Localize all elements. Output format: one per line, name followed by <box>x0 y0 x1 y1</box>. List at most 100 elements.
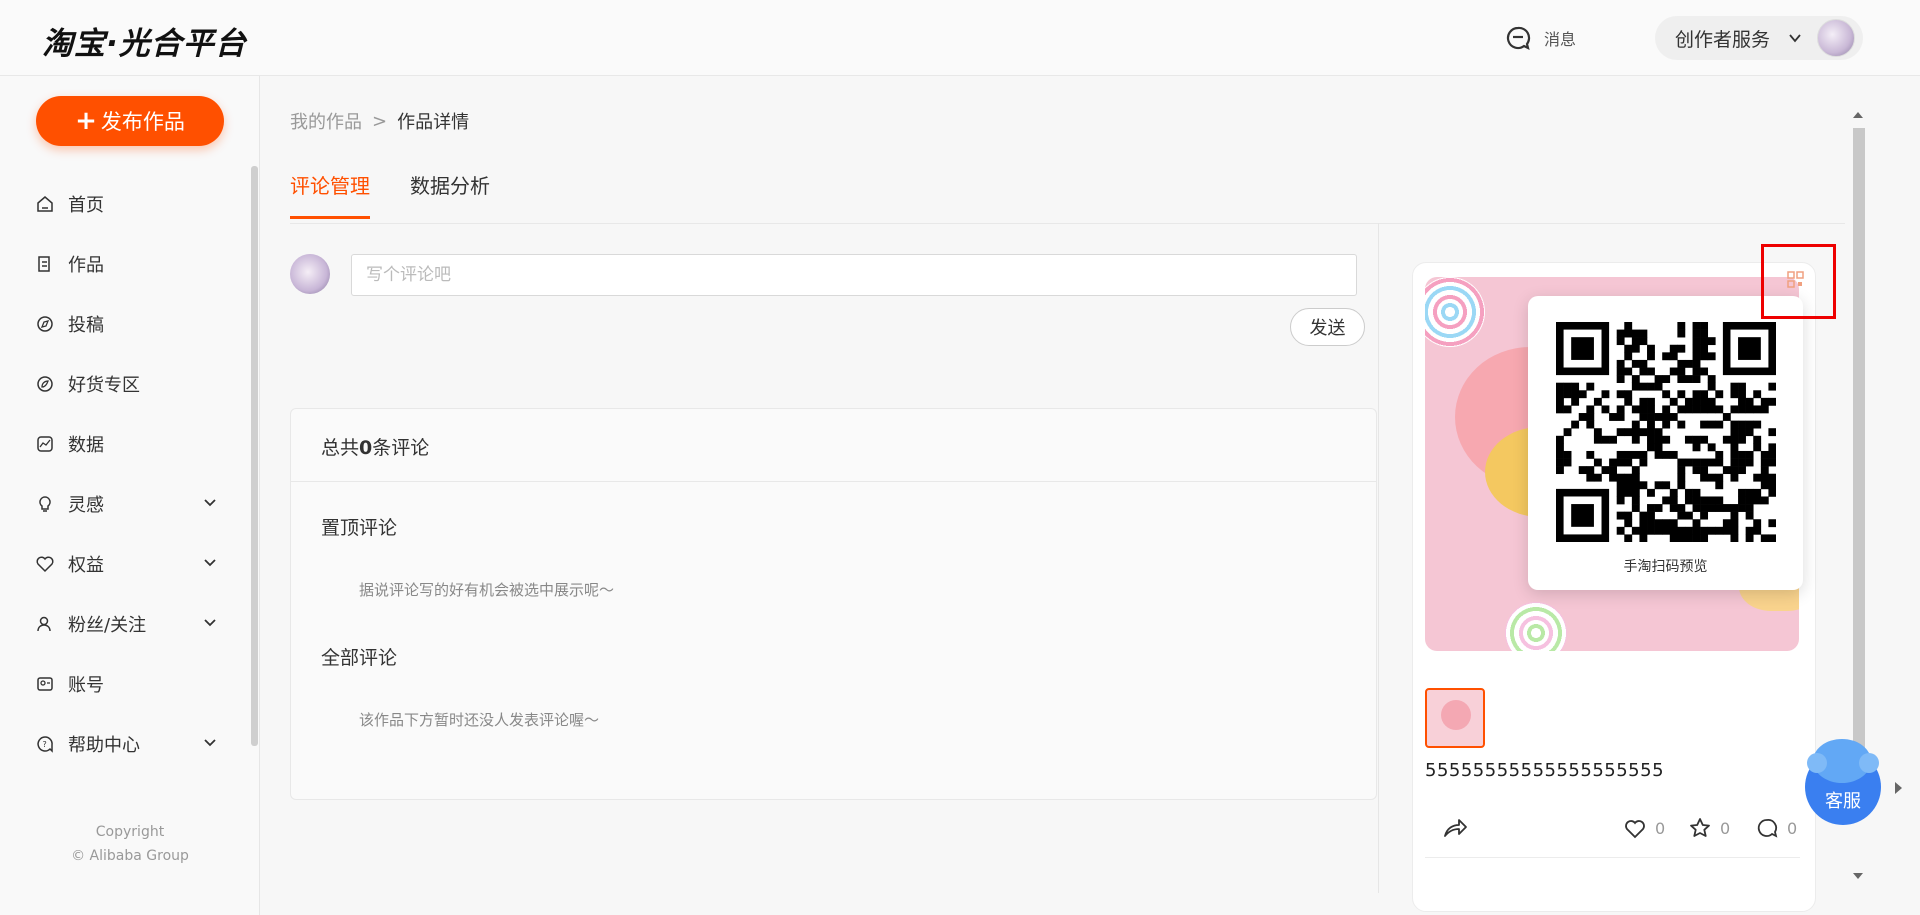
sidebar-item-label: 好货专区 <box>68 375 140 396</box>
sidebar-item-works[interactable]: 作品 <box>0 234 245 294</box>
send-comment-button[interactable]: 发送 <box>1290 308 1365 346</box>
user-avatar[interactable] <box>1817 19 1855 57</box>
lightbulb-icon <box>39 496 51 512</box>
tab-data-analysis[interactable]: 数据分析 <box>410 170 490 219</box>
compass-icon <box>37 316 53 332</box>
comments-panel: 总共0条评论 置顶评论 据说评论写的好有机会被选中展示呢～ 全部评论 该作品下方… <box>290 408 1377 800</box>
publish-label: 发布作品 <box>100 110 185 134</box>
message-icon <box>1506 26 1531 51</box>
all-comments-title: 全部评论 <box>321 647 398 669</box>
mascot-ear <box>1807 753 1827 773</box>
breadcrumb-separator: > <box>372 110 388 132</box>
pinned-comments-title: 置顶评论 <box>321 517 398 539</box>
panel-divider <box>1378 223 1379 893</box>
sidebar: + 发布作品 首页 作品 投稿 好货专区 数据 灵感 权益 粉丝/关注 账号 ?… <box>0 76 260 915</box>
sidebar-item-label: 账号 <box>68 675 104 696</box>
star-icon <box>1690 818 1710 837</box>
sidebar-item-label: 作品 <box>68 255 104 276</box>
qr-code-image <box>1556 322 1776 542</box>
chevron-down-icon <box>204 739 216 747</box>
sidebar-item-benefits[interactable]: 权益 <box>0 534 245 594</box>
svg-text:?: ? <box>43 740 47 749</box>
sidebar-item-label: 灵感 <box>68 495 104 516</box>
help-icon: ? <box>37 736 53 753</box>
card-divider <box>1425 857 1800 858</box>
tab-comment-management[interactable]: 评论管理 <box>290 170 370 219</box>
sidebar-scrollbar[interactable] <box>251 166 258 746</box>
sidebar-item-account[interactable]: 账号 <box>0 654 245 714</box>
chevron-down-icon <box>1789 34 1801 43</box>
tag-icon <box>37 376 53 392</box>
pinned-comments-empty: 据说评论写的好有机会被选中展示呢～ <box>359 581 615 599</box>
thumbnail-figure <box>1441 700 1471 730</box>
expand-arrow[interactable] <box>1895 782 1902 794</box>
comment-total: 总共0条评论 <box>321 433 429 460</box>
lollipop-decoration <box>1505 602 1567 651</box>
creator-service-dropdown[interactable]: 创作者服务 <box>1655 16 1863 60</box>
plus-icon: + <box>75 106 97 136</box>
user-icon <box>37 616 51 632</box>
like-stat[interactable]: 0 <box>1623 816 1665 840</box>
sidebar-item-label: 投稿 <box>68 315 104 336</box>
qr-caption: 手淘扫码预览 <box>1623 559 1708 575</box>
id-card-icon <box>37 677 53 691</box>
sidebar-item-label: 帮助中心 <box>68 735 140 756</box>
scroll-up-arrow[interactable] <box>1853 112 1863 118</box>
creator-service-label: 创作者服务 <box>1675 28 1771 51</box>
work-title: 55555555555555555555 <box>1425 760 1665 781</box>
total-suffix: 条评论 <box>372 437 430 459</box>
comments-divider <box>291 481 1376 482</box>
publish-work-button[interactable]: + 发布作品 <box>36 96 224 146</box>
total-count: 0 <box>359 437 373 459</box>
copyright-owner: © Alibaba Group <box>71 848 189 864</box>
home-icon <box>37 196 53 212</box>
all-comments-empty: 该作品下方暂时还没人发表评论喔～ <box>359 711 600 729</box>
sidebar-nav: 首页 作品 投稿 好货专区 数据 灵感 权益 粉丝/关注 账号 ? 帮助中心 <box>0 174 245 774</box>
platform-logo[interactable]: 淘宝·光合平台 <box>42 18 247 63</box>
chevron-down-icon <box>204 499 216 507</box>
sidebar-item-submit[interactable]: 投稿 <box>0 294 245 354</box>
chevron-down-icon <box>204 619 216 627</box>
sidebar-item-inspiration[interactable]: 灵感 <box>0 474 245 534</box>
breadcrumb-my-works[interactable]: 我的作品 <box>290 108 362 134</box>
sidebar-item-good-products[interactable]: 好货专区 <box>0 354 245 414</box>
share-icon[interactable] <box>1441 814 1469 842</box>
customer-service-label: 客服 <box>1825 791 1861 812</box>
tab-bar: 评论管理 数据分析 <box>290 170 490 219</box>
favorite-stat[interactable]: 0 <box>1688 816 1730 840</box>
comment-stat[interactable]: 0 <box>1755 816 1797 840</box>
breadcrumb-current: 作品详情 <box>397 112 470 133</box>
comment-count: 0 <box>1787 818 1798 838</box>
chevron-down-icon <box>204 559 216 567</box>
comment-icon <box>1757 819 1778 838</box>
sidebar-item-label: 首页 <box>68 195 104 216</box>
sidebar-item-label: 数据 <box>68 435 104 456</box>
favorite-count: 0 <box>1720 818 1731 838</box>
sidebar-item-home[interactable]: 首页 <box>0 174 245 234</box>
sidebar-item-label: 粉丝/关注 <box>68 615 147 636</box>
works-icon <box>38 256 50 272</box>
scroll-down-arrow[interactable] <box>1853 873 1863 879</box>
sidebar-item-fans[interactable]: 粉丝/关注 <box>0 594 245 654</box>
qr-preview-popup: 手淘扫码预览 <box>1528 296 1803 590</box>
chart-icon <box>37 436 53 452</box>
sidebar-item-label: 权益 <box>68 555 104 576</box>
copyright-text: Copyright <box>95 824 165 840</box>
heart-icon <box>1625 820 1645 839</box>
breadcrumb: 我的作品 > 作品详情 <box>290 108 469 134</box>
scrollbar-thumb[interactable] <box>1853 128 1865 818</box>
work-thumbnail[interactable] <box>1425 688 1485 748</box>
highlight-annotation <box>1761 244 1836 319</box>
mascot-ear <box>1859 753 1879 773</box>
customer-service-button[interactable]: 客服 <box>1805 739 1881 825</box>
commenter-avatar <box>290 254 330 294</box>
comment-input[interactable] <box>351 254 1357 296</box>
messages-label: 消息 <box>1544 30 1577 49</box>
total-prefix: 总共 <box>321 437 360 459</box>
messages-button[interactable]: 消息 <box>1504 24 1576 52</box>
sidebar-item-data[interactable]: 数据 <box>0 414 245 474</box>
top-header: 淘宝·光合平台 消息 创作者服务 <box>0 0 1920 76</box>
tabs-divider <box>290 223 1845 224</box>
work-actions: 0 0 0 <box>1425 812 1805 848</box>
sidebar-item-help[interactable]: ? 帮助中心 <box>0 714 245 774</box>
